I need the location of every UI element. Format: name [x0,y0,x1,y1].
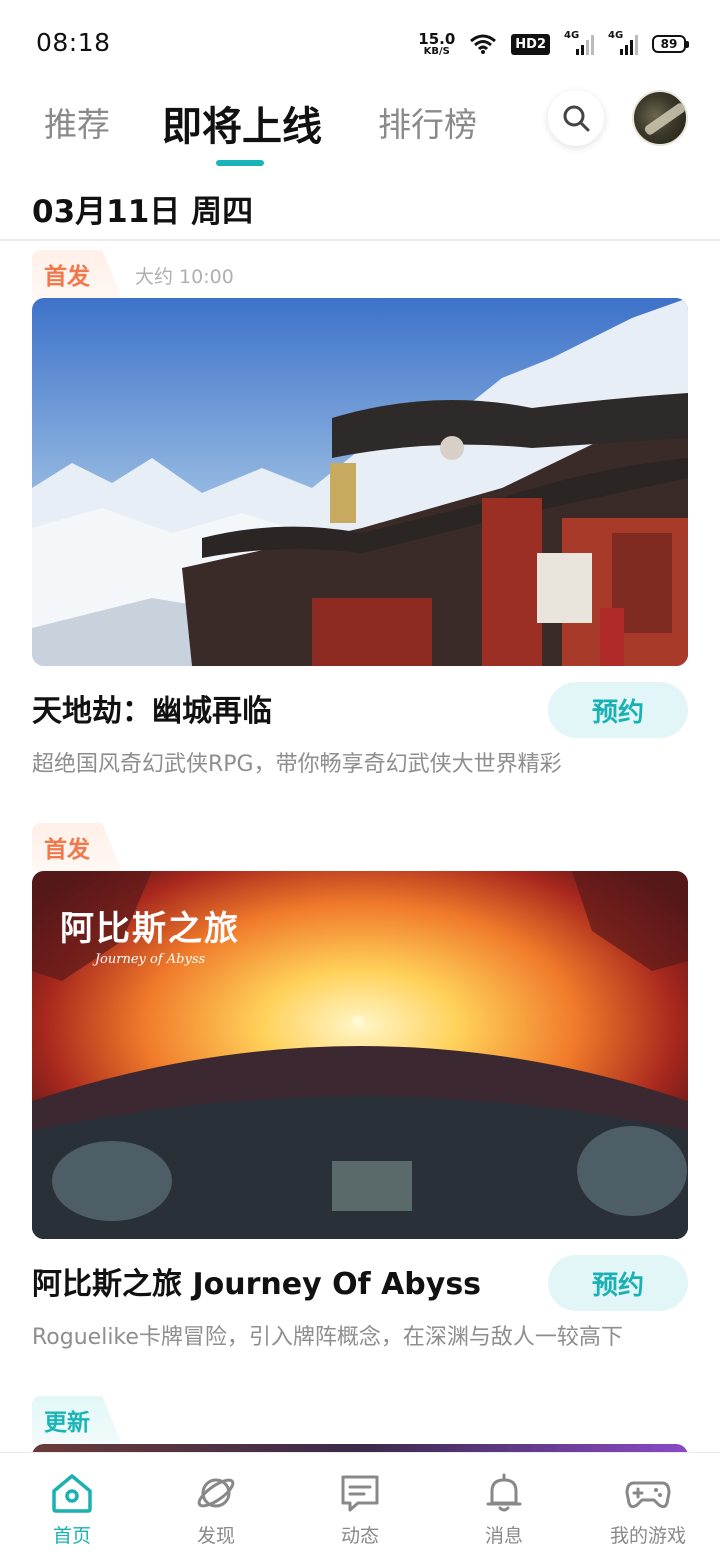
nav-my-games[interactable]: 我的游戏 [576,1453,720,1560]
game-title[interactable]: 天地劫：幽城再临 [32,686,272,730]
signal-1-label: 4G [564,30,580,41]
signal-icon: 4G [564,30,594,55]
reserve-button[interactable]: 预约 [548,1255,688,1311]
game-card[interactable]: 首发 阿比斯之旅 Journey of Abyss 阿比斯之旅 Journey … [0,823,720,1363]
game-title[interactable]: 阿比斯之旅 Journey Of Abyss [32,1259,481,1303]
release-time: 大约 10:00 [135,266,234,288]
tab-recommend[interactable]: 推荐 [44,98,110,146]
tab-coming-soon[interactable]: 即将上线 [162,94,322,152]
game-description: 超绝国风奇幻武侠RPG，带你畅享奇幻武侠大世界精彩 [32,752,562,777]
nav-activity[interactable]: 动态 [288,1453,432,1560]
planet-icon [197,1478,235,1508]
nav-home-label: 首页 [52,1525,91,1547]
battery-level: 89 [660,37,678,51]
nav-messages-label: 消息 [484,1525,523,1547]
first-release-badge: 首发 [32,823,122,871]
chat-icon [341,1475,379,1512]
signal-2-label: 4G [608,30,624,41]
hd-voice-badge: HD2 [511,33,550,55]
game-description: Roguelike卡牌冒险，引入牌阵概念，在深渊与敌人一较高下 [32,1325,623,1350]
network-speed: 15.0 KB/S [418,29,456,57]
status-time: 08:18 [36,28,111,57]
game-card[interactable]: 首发 大约 10:00 天地劫：幽城再临 预约 超绝国风奇幻武侠RPG，带你畅享… [0,250,720,790]
signal-icon: 4G [608,30,638,55]
status-icons: 15.0 KB/S HD2 4G 4G 89 [418,28,689,60]
game-logo: 阿比斯之旅 Journey of Abyss [60,901,240,967]
nav-discover[interactable]: 发现 [144,1453,288,1560]
home-icon [52,1474,92,1513]
top-tab-bar: 推荐 即将上线 排行榜 [0,86,720,176]
network-speed-unit: KB/S [423,45,450,57]
update-badge: 更新 [32,1396,122,1444]
bottom-nav: 首页 发现 动态 消息 我的游戏 [0,1452,720,1560]
date-header: 03月11日 周四 [32,194,254,230]
gamepad-icon [625,1481,671,1509]
nav-my-games-label: 我的游戏 [609,1525,686,1547]
game-banner-image[interactable]: 阿比斯之旅 Journey of Abyss [32,871,688,1239]
reserve-button[interactable]: 预约 [548,682,688,738]
game-banner-image[interactable] [32,298,688,666]
game-card[interactable]: 更新 [0,1396,720,1456]
search-icon [563,105,590,132]
nav-discover-label: 发现 [196,1525,235,1547]
battery-icon: 89 [652,35,689,53]
user-avatar[interactable] [632,90,688,146]
search-button[interactable] [548,90,604,146]
nav-messages[interactable]: 消息 [432,1453,576,1560]
active-tab-indicator [216,160,264,166]
bell-icon [486,1473,522,1512]
network-speed-value: 15.0 [418,29,456,48]
game-logo-text: 阿比斯之旅 [60,909,240,949]
first-release-badge: 首发 [32,250,122,298]
wifi-icon [470,34,497,54]
game-logo-subtext: Journey of Abyss [94,952,206,967]
status-bar: 08:18 15.0 KB/S HD2 4G 4G 89 [0,0,720,86]
tab-ranking[interactable]: 排行榜 [378,98,477,146]
nav-activity-label: 动态 [340,1525,379,1547]
nav-home[interactable]: 首页 [0,1453,144,1560]
divider [0,239,720,241]
